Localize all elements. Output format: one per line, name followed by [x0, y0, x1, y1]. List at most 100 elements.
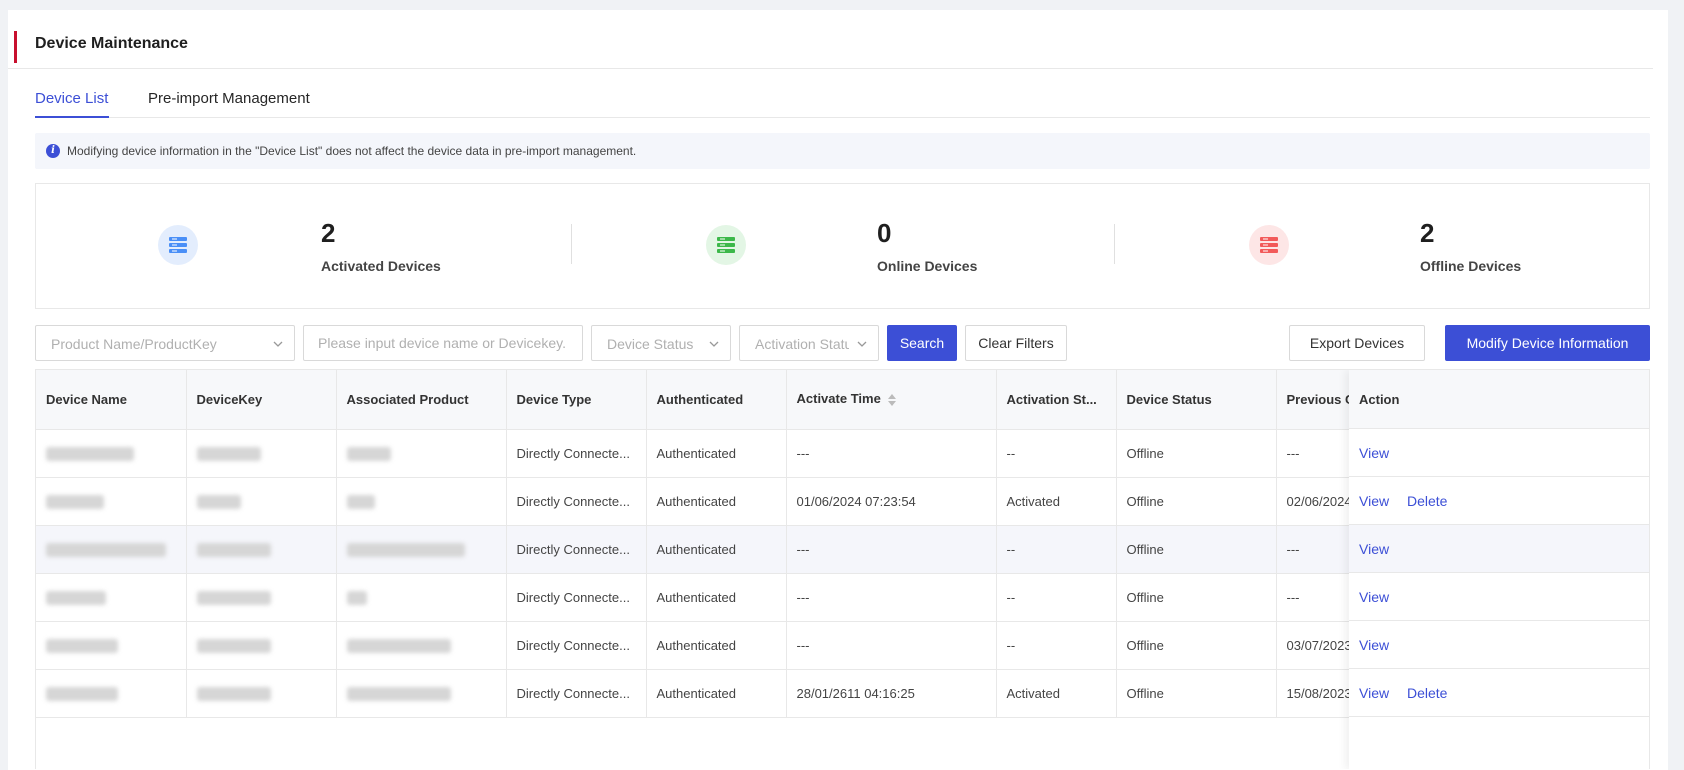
chevron-down-icon: [273, 341, 283, 347]
redacted-value: [346, 446, 391, 461]
activate-time-label: Activate Time: [796, 391, 881, 407]
stat-activated: 2 Activated Devices: [36, 184, 566, 308]
device-name-cell: [36, 621, 187, 670]
tab-bar: Device List Pre-import Management: [35, 80, 1650, 118]
search-button[interactable]: Search: [887, 325, 957, 361]
stat-offline: 2 Offline Devices: [1115, 184, 1645, 308]
redacted-value: [346, 590, 367, 605]
info-notice: i Modifying device information in the "D…: [35, 133, 1650, 169]
column-header-device-name: Device Name: [36, 370, 187, 430]
column-header-associated-product: Associated Product: [336, 370, 507, 430]
device-name-cell: [36, 429, 187, 478]
column-header-device-type: Device Type: [506, 370, 647, 430]
device-status-cell: Offline: [1116, 429, 1277, 478]
device-search-input[interactable]: [303, 325, 583, 361]
activate-time-cell: ---: [786, 429, 997, 478]
view-link[interactable]: View: [1359, 541, 1389, 557]
device-status-cell: Offline: [1116, 621, 1277, 670]
device-status-cell: Offline: [1116, 669, 1277, 718]
view-link[interactable]: View: [1359, 685, 1389, 701]
devicekey-cell: [186, 525, 337, 574]
redacted-value: [346, 638, 451, 653]
activate-time-cell: ---: [786, 525, 997, 574]
redacted-value: [46, 638, 118, 653]
authenticated-cell: Authenticated: [646, 621, 787, 670]
redacted-value: [346, 494, 375, 509]
view-link[interactable]: View: [1359, 493, 1389, 509]
title-accent-bar: [14, 31, 17, 63]
device-type-cell: Directly Connecte...: [506, 429, 647, 478]
notice-text: Modifying device information in the "Dev…: [67, 144, 637, 158]
sort-icon[interactable]: [887, 393, 897, 407]
devicekey-cell: [186, 669, 337, 718]
tab-device-list[interactable]: Device List: [35, 90, 108, 107]
authenticated-cell: Authenticated: [646, 573, 787, 622]
redacted-value: [46, 446, 134, 461]
product-cell: [336, 477, 507, 526]
activated-count: 2: [321, 218, 336, 248]
view-link[interactable]: View: [1359, 637, 1389, 653]
table-row: Directly Connecte... Authenticated --- -…: [36, 525, 1366, 574]
authenticated-cell: Authenticated: [646, 477, 787, 526]
online-count: 0: [877, 218, 892, 248]
view-link[interactable]: View: [1359, 445, 1389, 461]
action-cell: View Delete: [1349, 669, 1649, 717]
delete-link[interactable]: Delete: [1407, 493, 1447, 509]
tab-pre-import-management[interactable]: Pre-import Management: [148, 90, 310, 107]
activation-status-placeholder: Activation Status: [755, 336, 849, 352]
table-row: Directly Connecte... Authenticated 01/06…: [36, 477, 1366, 526]
export-devices-button[interactable]: Export Devices: [1289, 325, 1425, 361]
product-cell: [336, 573, 507, 622]
device-name-cell: [36, 477, 187, 526]
activate-time-cell: ---: [786, 573, 997, 622]
activation-status-select[interactable]: Activation Status: [739, 325, 879, 361]
redacted-value: [196, 446, 261, 461]
devicekey-cell: [186, 573, 337, 622]
activation-status-cell: Activated: [996, 669, 1117, 718]
device-status-cell: Offline: [1116, 477, 1277, 526]
stat-online: 0 Online Devices: [572, 184, 1102, 308]
offline-label: Offline Devices: [1420, 258, 1522, 274]
action-cell: View: [1349, 621, 1649, 669]
action-column: Action View View Delete View View View V…: [1349, 370, 1649, 769]
authenticated-cell: Authenticated: [646, 429, 787, 478]
device-name-cell: [36, 525, 187, 574]
action-cell: View: [1349, 525, 1649, 573]
activation-status-cell: --: [996, 621, 1117, 670]
table-row: Directly Connecte... Authenticated --- -…: [36, 621, 1366, 670]
device-table: Device Name DeviceKey Associated Product…: [35, 369, 1650, 769]
device-status-select[interactable]: Device Status: [591, 325, 731, 361]
activation-status-cell: Activated: [996, 477, 1117, 526]
online-label: Online Devices: [877, 258, 978, 274]
authenticated-cell: Authenticated: [646, 525, 787, 574]
activate-time-cell: ---: [786, 621, 997, 670]
clear-filters-button[interactable]: Clear Filters: [965, 325, 1067, 361]
action-cell: View: [1349, 573, 1649, 621]
action-cell: View Delete: [1349, 477, 1649, 525]
active-tab-indicator: [35, 116, 109, 118]
column-header-activation-status: Activation St...: [996, 370, 1117, 430]
device-type-cell: Directly Connecte...: [506, 525, 647, 574]
server-icon: [158, 225, 198, 265]
delete-link[interactable]: Delete: [1407, 685, 1447, 701]
product-select[interactable]: Product Name/ProductKey: [35, 325, 295, 361]
product-cell: [336, 669, 507, 718]
redacted-value: [196, 494, 241, 509]
view-link[interactable]: View: [1359, 589, 1389, 605]
action-cell: View: [1349, 429, 1649, 477]
redacted-value: [346, 542, 465, 557]
redacted-value: [46, 590, 106, 605]
chevron-down-icon: [709, 341, 719, 347]
device-stats-panel: 2 Activated Devices 0 Online Devices 2 O…: [35, 183, 1650, 309]
modify-device-information-button[interactable]: Modify Device Information: [1445, 325, 1650, 361]
redacted-value: [46, 494, 104, 509]
product-cell: [336, 525, 507, 574]
activation-status-cell: --: [996, 525, 1117, 574]
device-type-cell: Directly Connecte...: [506, 669, 647, 718]
chevron-down-icon: [857, 341, 867, 347]
column-header-activate-time[interactable]: Activate Time: [786, 370, 997, 430]
device-status-placeholder: Device Status: [607, 336, 694, 352]
table-row: Directly Connecte... Authenticated 28/01…: [36, 669, 1366, 718]
table-header-row: Device Name DeviceKey Associated Product…: [36, 370, 1366, 430]
offline-count: 2: [1420, 218, 1435, 248]
